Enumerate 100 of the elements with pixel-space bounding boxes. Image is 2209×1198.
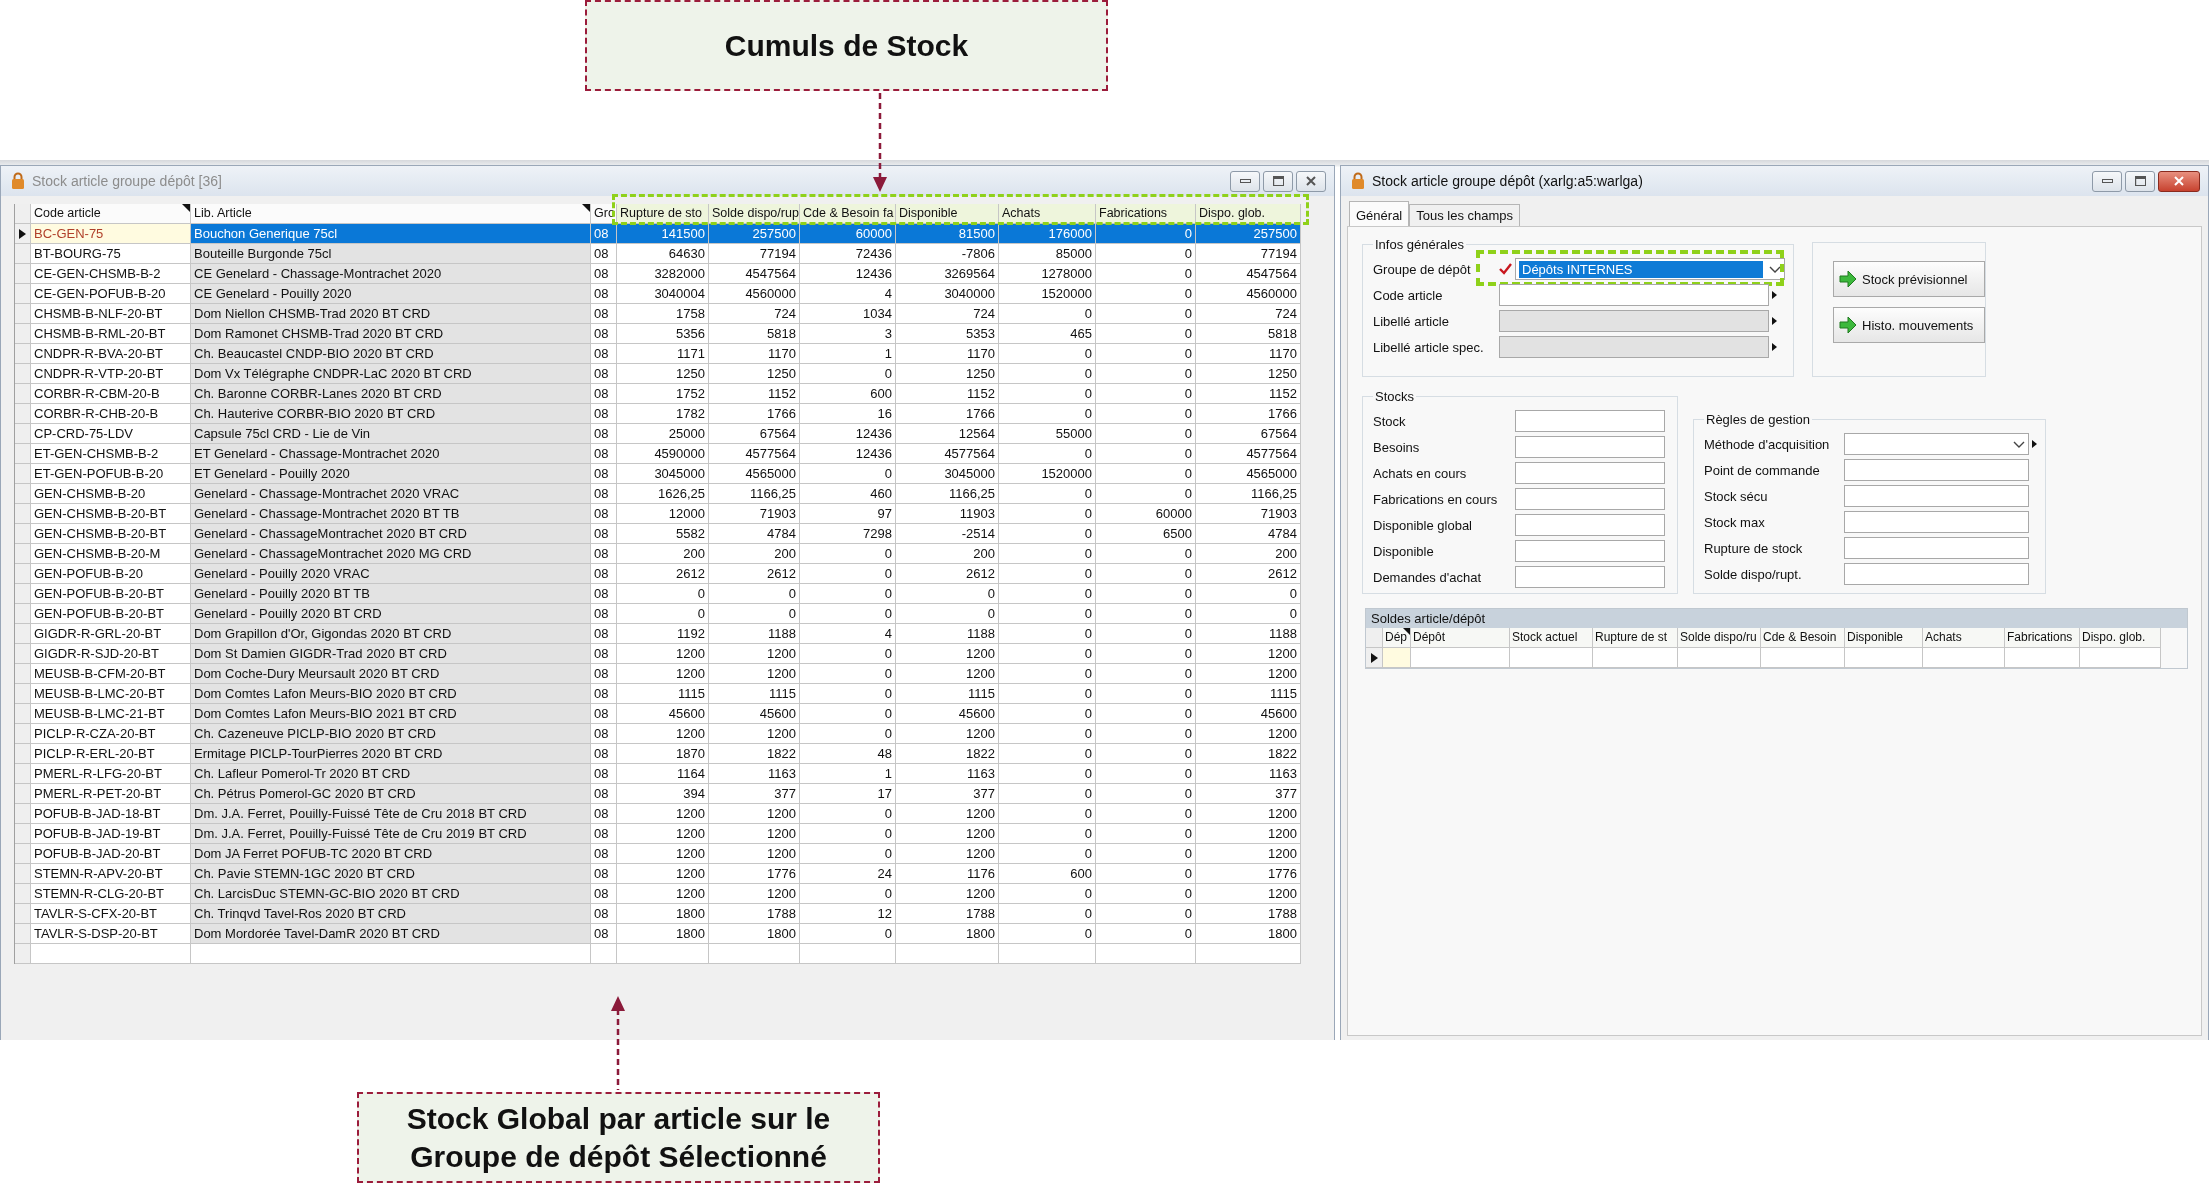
maximize-button[interactable] — [1263, 170, 1293, 192]
table-cell[interactable] — [1923, 648, 2005, 668]
column-header[interactable]: Dispo. glob. — [2080, 628, 2161, 648]
table-cell[interactable] — [1510, 648, 1593, 668]
group-title: Stocks — [1374, 389, 1415, 404]
table-cell: 1200 — [709, 884, 800, 904]
column-header[interactable]: Dispo. glob. — [1196, 204, 1301, 224]
row-header[interactable] — [15, 224, 31, 244]
table-cell: 08 — [591, 344, 617, 364]
table-cell: 4590000 — [617, 444, 709, 464]
action-button[interactable]: Histo. mouvements — [1833, 307, 1985, 343]
table-cell: 4577564 — [709, 444, 800, 464]
input-field[interactable] — [1515, 410, 1665, 432]
table-cell[interactable] — [2080, 648, 2161, 668]
table-cell[interactable] — [1678, 648, 1761, 668]
input-field[interactable] — [1844, 563, 2029, 585]
column-header[interactable]: Solde dispo/ru — [1678, 628, 1761, 648]
column-header[interactable]: Code article — [31, 204, 191, 224]
table-cell: 0 — [999, 744, 1096, 764]
table-cell: 24 — [800, 864, 896, 884]
table-cell: 0 — [999, 784, 1096, 804]
column-header[interactable]: Solde dispo/rup — [709, 204, 800, 224]
column-header[interactable]: Cde & Besoin — [1761, 628, 1845, 648]
dropdown[interactable]: Dépôts INTERNES — [1515, 258, 1785, 280]
callout: Cumuls de Stock — [585, 0, 1108, 91]
table-cell: 0 — [1096, 264, 1196, 284]
empty-cell — [591, 944, 617, 964]
row-header[interactable] — [1366, 648, 1383, 668]
input-field[interactable] — [1515, 436, 1665, 458]
table-cell: 08 — [591, 624, 617, 644]
table-cell: 0 — [1096, 784, 1196, 804]
table-cell: 12436 — [800, 444, 896, 464]
table-cell: Dom Grapillon d'Or, Gigondas 2020 BT CRD — [191, 624, 591, 644]
table-cell: 3040004 — [617, 284, 709, 304]
table-cell: 0 — [1096, 304, 1196, 324]
table-cell: 45600 — [896, 704, 999, 724]
tab[interactable]: Général — [1349, 201, 1410, 226]
table-cell: 08 — [591, 684, 617, 704]
input-field[interactable] — [1515, 462, 1665, 484]
table-cell: 08 — [591, 364, 617, 384]
table-cell: 1152 — [896, 384, 999, 404]
table-cell: 465 — [999, 324, 1096, 344]
column-header[interactable]: Rupture de st — [1593, 628, 1678, 648]
column-header[interactable]: Cde & Besoin fa — [800, 204, 896, 224]
minimize-button[interactable] — [1230, 170, 1260, 192]
table-cell[interactable] — [1383, 648, 1411, 668]
input-field[interactable] — [1515, 540, 1665, 562]
field-label: Stock — [1373, 413, 1407, 429]
column-header[interactable]: Fabrications — [2005, 628, 2080, 648]
table-cell: 0 — [1096, 664, 1196, 684]
table-cell: 0 — [1096, 244, 1196, 264]
input-field[interactable] — [1515, 514, 1665, 536]
column-header[interactable]: Disponible — [1845, 628, 1923, 648]
table-cell: 0 — [999, 404, 1096, 424]
table-cell: 724 — [709, 304, 800, 324]
table-cell: 67564 — [709, 424, 800, 444]
column-header[interactable]: Rupture de sto — [617, 204, 709, 224]
table-cell: 0 — [1096, 464, 1196, 484]
table-cell: Capsule 75cl CRD - Lie de Vin — [191, 424, 591, 444]
action-button[interactable]: Stock prévisionnel — [1833, 261, 1985, 297]
tab[interactable]: Tous les champs — [1409, 204, 1521, 226]
maximize-button[interactable] — [2125, 170, 2155, 192]
input-field[interactable] — [1515, 488, 1665, 510]
minimize-button[interactable] — [2092, 170, 2122, 192]
close-button[interactable] — [1296, 170, 1326, 192]
input-field[interactable] — [1844, 511, 2029, 533]
table-cell: 1 — [800, 344, 896, 364]
input-field[interactable] — [1844, 459, 2029, 481]
column-header[interactable]: Achats — [999, 204, 1096, 224]
column-header[interactable]: Dép — [1383, 628, 1411, 648]
table-cell: 72436 — [800, 244, 896, 264]
field-label: Groupe de dépôt — [1373, 261, 1472, 277]
column-header[interactable]: Stock actuel — [1510, 628, 1593, 648]
column-header[interactable]: Disponible — [896, 204, 999, 224]
column-header[interactable]: Lib. Article — [191, 204, 591, 224]
dropdown[interactable] — [1844, 433, 2029, 455]
column-header[interactable]: Fabrications — [1096, 204, 1196, 224]
table-cell[interactable] — [1411, 648, 1510, 668]
table-cell[interactable] — [2005, 648, 2080, 668]
close-button[interactable] — [2158, 170, 2200, 192]
column-header[interactable]: Achats — [1923, 628, 2005, 648]
table-cell: 0 — [999, 444, 1096, 464]
table-cell: TAVLR-S-DSP-20-BT — [31, 924, 191, 944]
table-cell[interactable] — [1593, 648, 1678, 668]
table-cell: 0 — [1096, 444, 1196, 464]
table-cell: 08 — [591, 424, 617, 444]
input-field[interactable] — [1844, 537, 2029, 559]
table-cell: 0 — [1096, 904, 1196, 924]
table-cell: 67564 — [1196, 424, 1301, 444]
column-header[interactable]: Dépôt — [1411, 628, 1510, 648]
table-cell: 1200 — [617, 664, 709, 684]
table-cell: 1200 — [617, 884, 709, 904]
input-field[interactable] — [1499, 284, 1769, 306]
table-cell: 200 — [896, 544, 999, 564]
table-cell: 1200 — [1196, 884, 1301, 904]
input-field[interactable] — [1844, 485, 2029, 507]
table-cell[interactable] — [1761, 648, 1845, 668]
table-cell: 141500 — [617, 224, 709, 244]
table-cell[interactable] — [1845, 648, 1923, 668]
input-field[interactable] — [1515, 566, 1665, 588]
